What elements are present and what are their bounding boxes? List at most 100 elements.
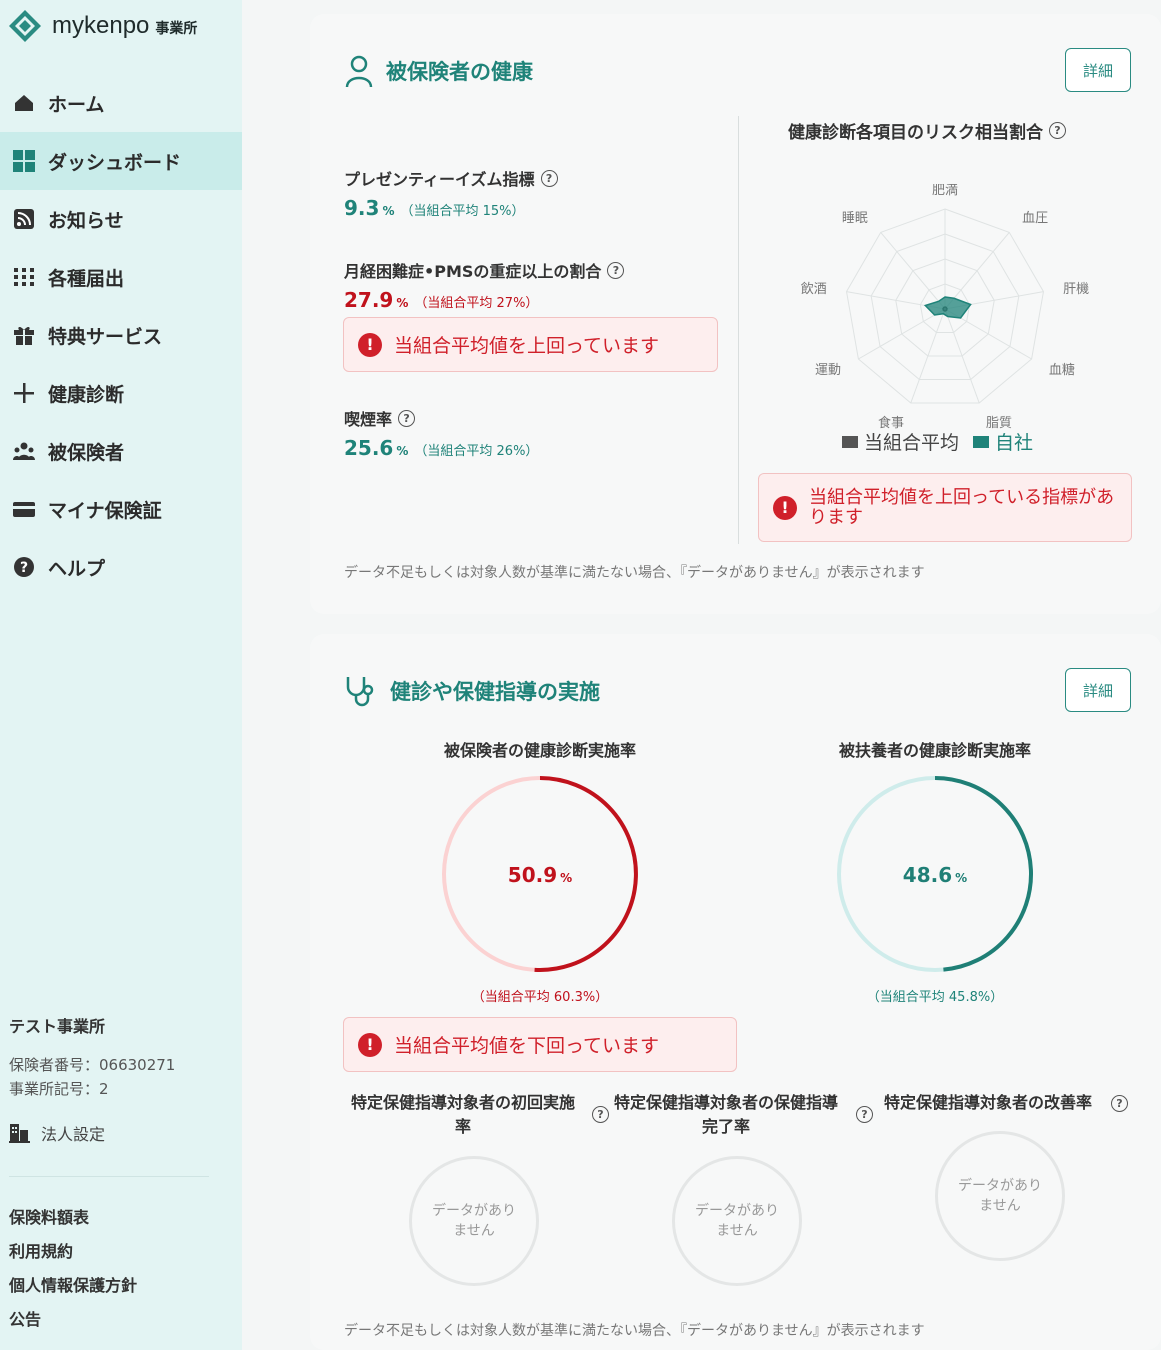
- brand[interactable]: mykenpo 事業所: [8, 8, 197, 44]
- radar-spoke: [944, 232, 1010, 310]
- sidebar-item-label: ダッシュボード: [48, 151, 182, 174]
- radar-axis-label: 血糖: [1049, 362, 1075, 378]
- pms-average: （当組合平均 27%）: [414, 296, 539, 311]
- corporate-settings-label: 法人設定: [41, 1125, 106, 1144]
- legend-swatch-company: [973, 435, 990, 448]
- radar-spoke: [858, 308, 946, 360]
- pms-unit: %: [396, 296, 409, 310]
- improvement-rate-title: 特定保健指導対象者の改善率: [883, 1093, 1092, 1112]
- card-icon: [12, 497, 36, 521]
- help-question-icon[interactable]: ?: [398, 409, 416, 427]
- privacy-policy-link[interactable]: 個人情報保護方針: [9, 1272, 137, 1306]
- sidebar-item-label: ヘルプ: [48, 557, 106, 580]
- data-availability-note: データ不足もしくは対象人数が基準に満たない場合、『データがありません』が表示され…: [344, 1323, 925, 1339]
- sidebar-item-news[interactable]: お知らせ: [0, 190, 242, 248]
- sidebar-item-label: マイナ保険証: [48, 499, 162, 522]
- mykenpo-logo-icon: [9, 10, 41, 42]
- premium-table-link[interactable]: 保険料額表: [9, 1204, 137, 1238]
- sidebar-item-help[interactable]: ? ヘルプ: [0, 538, 242, 596]
- radar-axis-label: 飲酒: [801, 281, 827, 297]
- footer-links: 保険料額表 利用規約 個人情報保護方針 公告: [9, 1204, 137, 1340]
- presenteeism-label: プレゼンティーイズム指標: [344, 170, 535, 189]
- dependent-checkup-rate-title: 被扶養者の健康診断実施率: [838, 741, 1031, 760]
- insured-health-card: 被保険者の健康 詳細 プレゼンティーイズム指標? 9.3 % （当組合平均 15…: [310, 14, 1161, 614]
- vertical-divider: [738, 116, 739, 544]
- sidebar-nav: ホーム ダッシュボード お知らせ 各種届出 特典サービス 健康診断 被保険者 マ…: [0, 74, 242, 596]
- sidebar-item-label: 特典サービス: [48, 325, 163, 348]
- sidebar-item-forms[interactable]: 各種届出: [0, 248, 242, 306]
- checkup-alert: ! 当組合平均値を下回っています: [343, 1017, 737, 1072]
- exclamation-icon: !: [358, 332, 382, 357]
- organization-info: テスト事業所 保険者番号：06630271 事業所記号：2 法人設定: [9, 1013, 234, 1145]
- radar-chart-title: 健康診断各項目のリスク相当割合?: [788, 118, 1066, 143]
- help-question-icon[interactable]: ?: [1111, 1095, 1128, 1112]
- rss-icon: [12, 207, 36, 231]
- radar-alert: ! 当組合平均値を上回っている指標があります: [758, 473, 1132, 542]
- brand-name: mykenpo: [52, 12, 150, 39]
- corporate-settings-link[interactable]: 法人設定: [9, 1121, 234, 1145]
- sidebar-item-health-checkup[interactable]: 健康診断: [0, 364, 242, 422]
- legend-label-average: 当組合平均: [864, 432, 960, 454]
- radar-axis-label: 運動: [815, 363, 841, 378]
- checkup-guidance-card: 健診や保健指導の実施 詳細 被保険者の健康診断実施率 50.9% （当組合平均 …: [310, 634, 1161, 1350]
- radar-spoke: [880, 232, 946, 310]
- public-notice-link[interactable]: 公告: [9, 1306, 137, 1340]
- donut-value-text: 48.6%: [903, 863, 967, 887]
- help-question-icon[interactable]: ?: [607, 261, 625, 279]
- smoking-value: 25.6: [344, 436, 394, 460]
- insured-checkup-rate-title: 被保険者の健康診断実施率: [443, 741, 636, 760]
- improvement-rate-empty: データがありません: [935, 1131, 1065, 1261]
- sidebar-item-dashboard[interactable]: ダッシュボード: [0, 132, 242, 190]
- guidance-completion-rate-empty: データがありません: [672, 1156, 802, 1286]
- pms-metric: 月経困難症•PMSの重症以上の割合? 27.9 % （当組合平均 27%）: [344, 258, 625, 312]
- smoking-metric: 喫煙率? 25.6 % （当組合平均 26%）: [344, 406, 538, 460]
- organization-name: テスト事業所: [9, 1017, 106, 1036]
- pms-value: 27.9: [344, 288, 394, 312]
- help-question-icon[interactable]: ?: [856, 1106, 873, 1123]
- health-detail-button[interactable]: 詳細: [1065, 48, 1131, 92]
- person-icon: [345, 55, 373, 88]
- stethoscope-icon: [346, 677, 374, 707]
- sidebar-item-myna-card[interactable]: マイナ保険証: [0, 480, 242, 538]
- sidebar-item-label: お知らせ: [48, 209, 124, 232]
- home-icon: [12, 91, 36, 115]
- help-question-icon[interactable]: ?: [1049, 122, 1066, 139]
- presenteeism-average: （当組合平均 15%）: [400, 204, 525, 219]
- exclamation-icon: !: [773, 495, 797, 520]
- brand-sub: 事業所: [155, 21, 198, 37]
- initial-guidance-rate-empty: データがありません: [409, 1156, 539, 1286]
- pms-alert-text: 当組合平均値を上回っています: [394, 335, 660, 357]
- help-question-icon[interactable]: ?: [540, 169, 558, 187]
- radar-axis-label: 血圧: [1022, 211, 1048, 226]
- radar-legend: 当組合平均 自社: [842, 428, 1033, 455]
- insured-health-title: 被保険者の健康: [344, 54, 533, 88]
- insurer-number: 保険者番号：06630271: [9, 1056, 176, 1074]
- sidebar: mykenpo 事業所 ホーム ダッシュボード お知らせ 各種届出 特典サービス…: [0, 0, 242, 1350]
- sidebar-item-label: 被保険者: [48, 441, 125, 464]
- grid-dots-icon: [12, 265, 36, 289]
- radar-axis-label: 肥満: [932, 184, 958, 198]
- help-icon: ?: [12, 555, 36, 579]
- presenteeism-value: 9.3: [344, 196, 380, 220]
- building-icon: [9, 1124, 30, 1143]
- sidebar-item-label: ホーム: [48, 93, 105, 116]
- checkup-guidance-title: 健診や保健指導の実施: [344, 674, 600, 708]
- legend-swatch-average: [842, 435, 858, 448]
- sidebar-item-label: 健康診断: [48, 383, 125, 406]
- sidebar-item-benefits[interactable]: 特典サービス: [0, 306, 242, 364]
- insured-checkup-rate-donut: 50.9%: [442, 776, 638, 972]
- pms-label: 月経困難症•PMSの重症以上の割合: [344, 262, 602, 281]
- terms-link[interactable]: 利用規約: [9, 1238, 137, 1272]
- checkup-detail-button[interactable]: 詳細: [1065, 668, 1131, 712]
- sidebar-item-home[interactable]: ホーム: [0, 74, 242, 132]
- office-code: 事業所記号：2: [9, 1080, 109, 1098]
- risk-radar-chart: 肥満血圧肝機能血糖脂質食事運動飲酒睡眠: [801, 184, 1090, 431]
- data-availability-note: データ不足もしくは対象人数が基準に満たない場合、『データがありません』が表示され…: [344, 565, 925, 581]
- svg-text:?: ?: [20, 560, 28, 576]
- sidebar-item-insured[interactable]: 被保険者: [0, 422, 242, 480]
- insured-checkup-average: （当組合平均 60.3%）: [471, 990, 609, 1005]
- radar-alert-text: 当組合平均値を上回っている指標があります: [809, 486, 1115, 528]
- dependent-checkup-average: （当組合平均 45.8%）: [866, 990, 1004, 1005]
- exclamation-icon: !: [358, 1032, 382, 1057]
- legend-label-company: 自社: [995, 432, 1034, 454]
